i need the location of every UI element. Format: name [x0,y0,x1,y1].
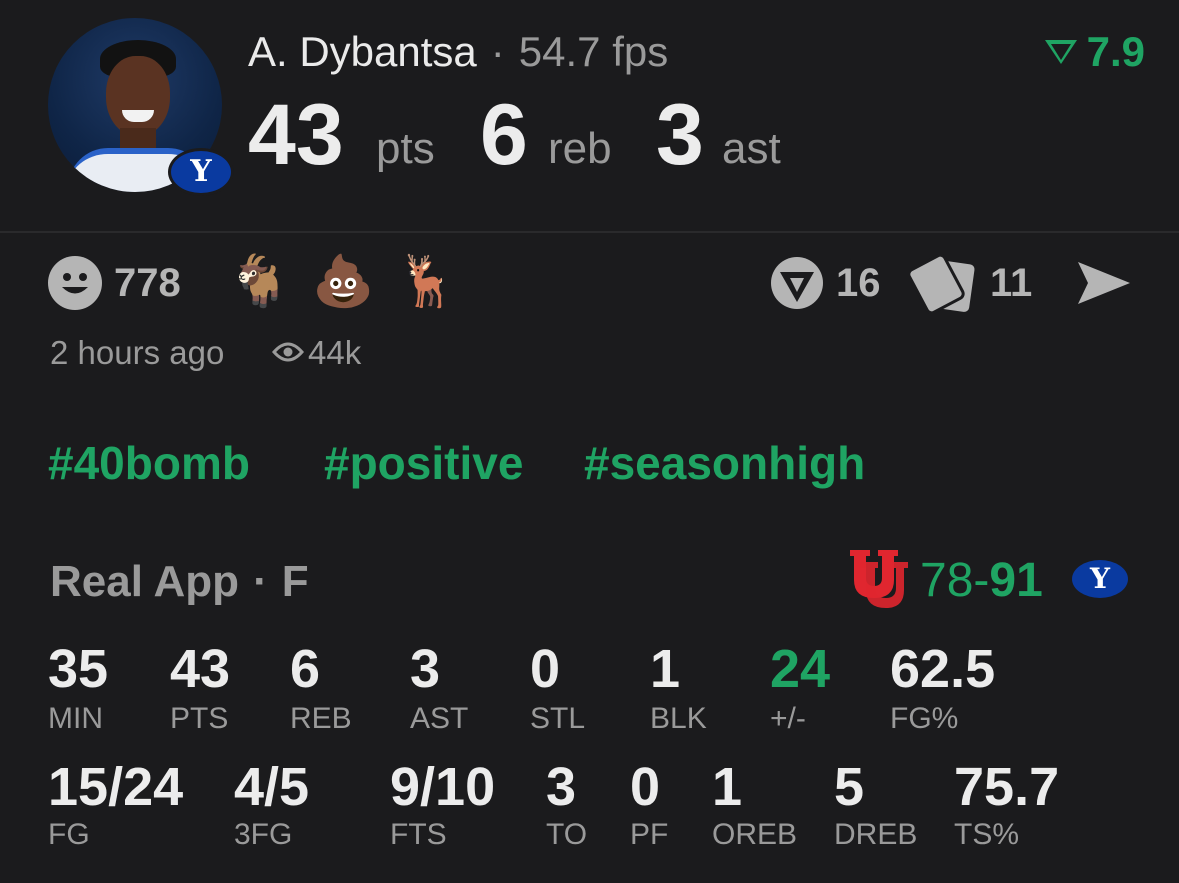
cards-count: 11 [990,261,1033,305]
box-label: FG [48,818,90,851]
comments-icon[interactable] [770,256,824,315]
pts-value: 43 [248,87,344,183]
comments-count: 16 [836,261,881,305]
away-score: 78 [920,554,974,607]
player-name[interactable]: A. Dybantsa [248,28,477,75]
divider [0,231,1179,233]
box-label: BLK [650,702,707,735]
hashtag[interactable]: #positive [324,436,523,490]
byu-team-logo: Y [168,148,234,196]
rating-value: 7.9 [1086,28,1145,75]
plus-minus-value: 24 [770,639,831,699]
box-label: AST [410,702,469,735]
byu-team-logo[interactable]: Y [1072,560,1128,598]
box-label: PTS [170,702,229,735]
poop-emoji-icon[interactable]: 💩 [312,252,374,311]
utah-team-logo[interactable]: U [848,548,908,610]
box-label: MIN [48,702,103,735]
pts-unit: pts [376,124,435,173]
goat-emoji-icon[interactable]: 🐐 [228,252,290,311]
ast-value: 3 [656,87,704,183]
box-value: 6 [290,639,321,699]
eye-icon [272,340,304,369]
fps-value: 54.7 fps [518,28,669,75]
post-time: 2 hours ago [50,334,225,371]
box-value: 3 [546,757,577,817]
box-label: PF [630,818,669,851]
smile-count: 778 [114,261,181,305]
player-header: A. Dybantsa · 54.7 fps [248,28,668,76]
smile-reaction-icon[interactable] [48,256,102,310]
game-info: Real App · F [50,557,309,607]
score-dash: - [973,554,990,607]
box-label: STL [530,702,586,735]
box-value: 15/24 [48,757,184,817]
share-send-icon[interactable] [1076,258,1132,313]
box-value: 1 [712,757,743,817]
box-value: 3 [410,639,441,699]
view-count: 44k [308,334,362,371]
rating[interactable]: 7.9 [1043,28,1145,76]
separator: · [253,557,268,606]
box-value: 4/5 [234,757,310,817]
box-label: TS% [954,818,1020,851]
box-value: 1 [650,639,681,699]
separator: · [490,28,505,75]
box-label: +/- [770,702,806,735]
box-value: 43 [170,639,231,699]
box-value: 9/10 [390,757,496,817]
box-label: FTS [390,818,447,851]
box-label: FG% [890,702,959,735]
home-score: 91 [989,554,1043,607]
box-value: 0 [530,639,561,699]
ast-unit: ast [722,124,781,173]
box-label: OREB [712,818,798,851]
game-source: Real App [50,557,240,606]
box-value: 5 [834,757,865,817]
box-value: 0 [630,757,661,817]
reb-unit: reb [548,124,612,173]
box-label: TO [546,818,588,851]
cards-icon[interactable] [907,253,980,319]
game-score: 78-91 [920,553,1043,608]
box-value: 35 [48,639,109,699]
reb-value: 6 [480,87,528,183]
box-value: 62.5 [890,639,996,699]
box-label: DREB [834,818,918,851]
game-status: F [281,557,309,606]
box-label: 3FG [234,818,293,851]
hashtag[interactable]: #40bomb [48,436,250,490]
hashtag[interactable]: #seasonhigh [584,436,865,490]
box-value: 75.7 [954,757,1060,817]
box-label: REB [290,702,352,735]
rating-flag-icon [1044,40,1077,64]
deer-emoji-icon[interactable]: 🦌 [396,252,458,311]
